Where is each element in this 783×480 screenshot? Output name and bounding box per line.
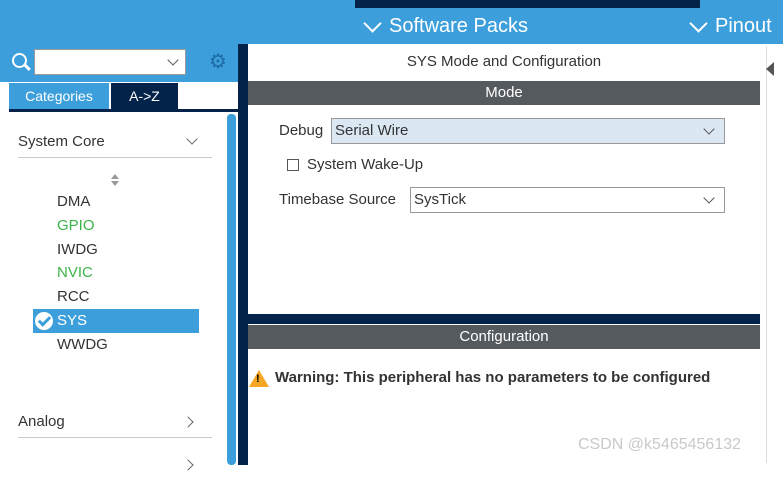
search-row (0, 44, 238, 82)
collapse-arrow-icon[interactable] (766, 62, 774, 76)
mode-area: Debug Serial Wire System Wake-Up Timebas… (248, 105, 760, 325)
chevron-down-icon[interactable] (167, 54, 179, 66)
chevron-down-icon (689, 14, 708, 33)
category-label: System Core (18, 133, 105, 150)
debug-value: Serial Wire (335, 122, 409, 139)
system-wakeup-checkbox[interactable] (287, 159, 299, 171)
chevron-right-icon (182, 459, 194, 471)
warning-text: Warning: This peripheral has no paramete… (275, 369, 711, 386)
peripheral-label: NVIC (57, 264, 93, 281)
section-splitter[interactable] (248, 314, 760, 324)
chevron-down-icon (186, 133, 198, 145)
peripheral-label: WWDG (57, 336, 108, 353)
top-strip-right (700, 0, 783, 8)
category-label: Analog (18, 413, 65, 430)
warning-message: ! Warning: This peripheral has no parame… (248, 367, 760, 389)
peripheral-rcc[interactable]: RCC (33, 285, 199, 309)
peripheral-wwdg[interactable]: WWDG (33, 333, 199, 357)
category-next[interactable] (18, 450, 212, 480)
peripheral-label: RCC (57, 288, 90, 305)
debug-select[interactable]: Serial Wire (331, 118, 725, 144)
panel-title: SYS Mode and Configuration (406, 53, 602, 70)
timebase-value: SysTick (414, 191, 466, 208)
tab-a-z[interactable]: A->Z (111, 83, 178, 109)
left-scrollbar[interactable] (227, 114, 236, 465)
sort-icon[interactable] (110, 174, 120, 188)
chevron-down-icon (363, 14, 382, 33)
right-panel: SYS Mode and Configuration Mode Debug Se… (248, 44, 783, 465)
pinout-label: Pinout (715, 15, 772, 37)
peripheral-label: IWDG (57, 241, 98, 258)
chevron-right-icon (182, 416, 194, 428)
system-wakeup-label: System Wake-Up (307, 156, 424, 173)
peripheral-label: DMA (57, 193, 91, 210)
warning-icon: ! (249, 370, 269, 387)
peripheral-label: GPIO (57, 217, 95, 234)
peripheral-dma[interactable]: DMA (33, 190, 199, 214)
timebase-label: Timebase Source (279, 191, 396, 208)
category-system-core[interactable]: System Core (18, 127, 212, 158)
right-scrollbar[interactable] (760, 44, 783, 465)
left-panel: ⚙ Categories A->Z System Core DMA GPIO I… (0, 44, 238, 471)
peripheral-iwdg[interactable]: IWDG (33, 238, 199, 262)
software-packs-menu[interactable]: Software Packs (362, 8, 528, 44)
mode-header: Mode (248, 81, 760, 105)
category-analog[interactable]: Analog (18, 407, 212, 438)
top-strip-left (0, 0, 355, 8)
chevron-down-icon (703, 192, 715, 204)
peripheral-label: SYS (57, 312, 88, 329)
chevron-down-icon (703, 123, 715, 135)
peripheral-sys[interactable]: SYS (33, 309, 199, 333)
watermark: CSDN @k5465456132 (578, 436, 742, 453)
gear-icon[interactable]: ⚙ (209, 52, 227, 72)
peripheral-nvic[interactable]: NVIC (33, 261, 199, 285)
software-packs-label: Software Packs (389, 15, 528, 37)
debug-label: Debug (279, 122, 324, 139)
tab-underline (9, 109, 238, 112)
peripheral-gpio[interactable]: GPIO (33, 214, 199, 238)
tab-categories[interactable]: Categories (9, 83, 109, 109)
pinout-menu[interactable]: Pinout (688, 8, 772, 44)
search-input[interactable] (34, 49, 186, 75)
timebase-select[interactable]: SysTick (410, 187, 725, 213)
top-menu-bar: Software Packs Pinout (0, 0, 783, 44)
configuration-header: Configuration (248, 325, 760, 349)
panel-splitter[interactable] (238, 44, 248, 465)
search-icon[interactable] (12, 53, 27, 68)
check-circle-icon (35, 312, 53, 330)
